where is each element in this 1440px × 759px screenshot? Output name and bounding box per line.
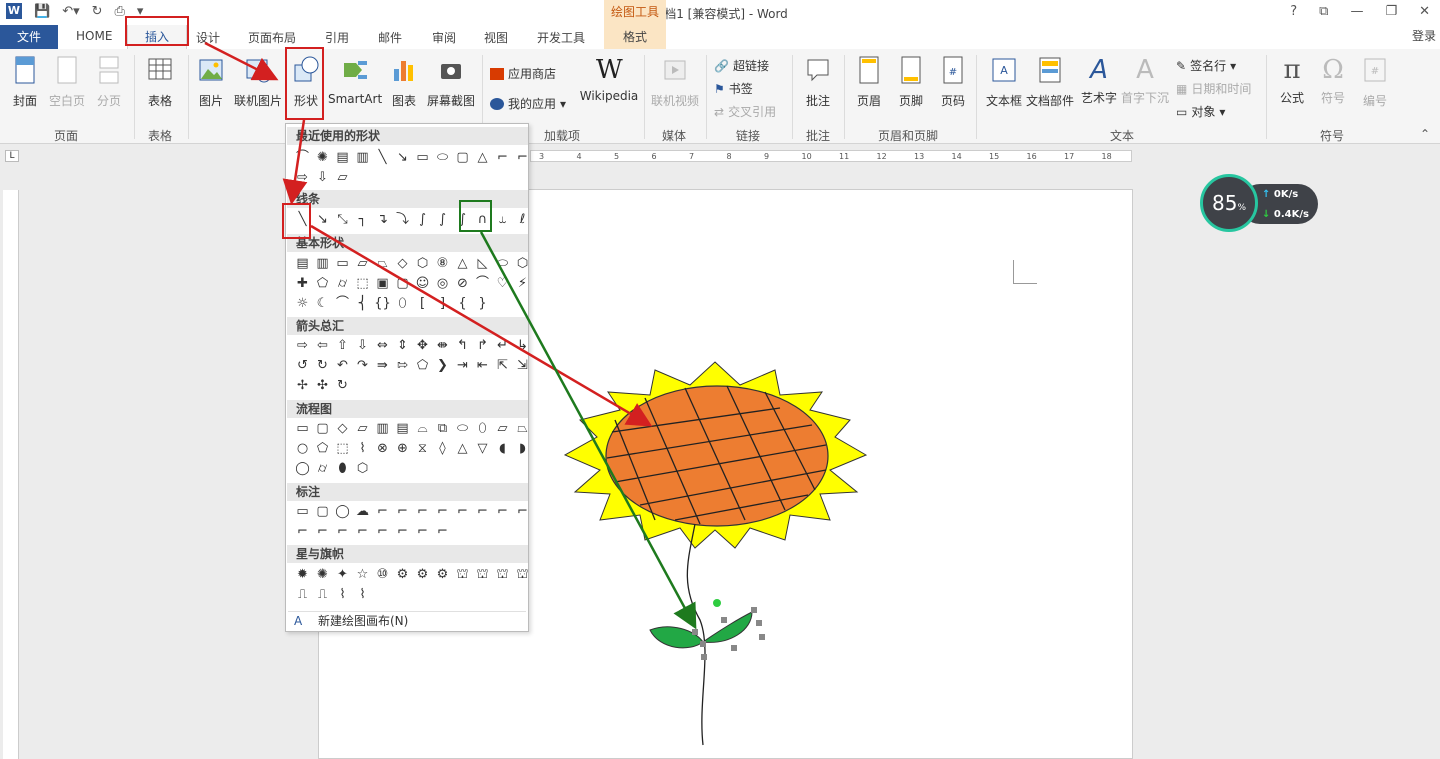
arrow-insert-to-shapes — [204, 41, 279, 81]
arrow-curve-to-stem — [479, 231, 697, 630]
arrow-line-to-grid — [310, 224, 653, 427]
arrow-shapes-to-line — [282, 119, 308, 205]
annotation-arrows — [204, 41, 697, 630]
